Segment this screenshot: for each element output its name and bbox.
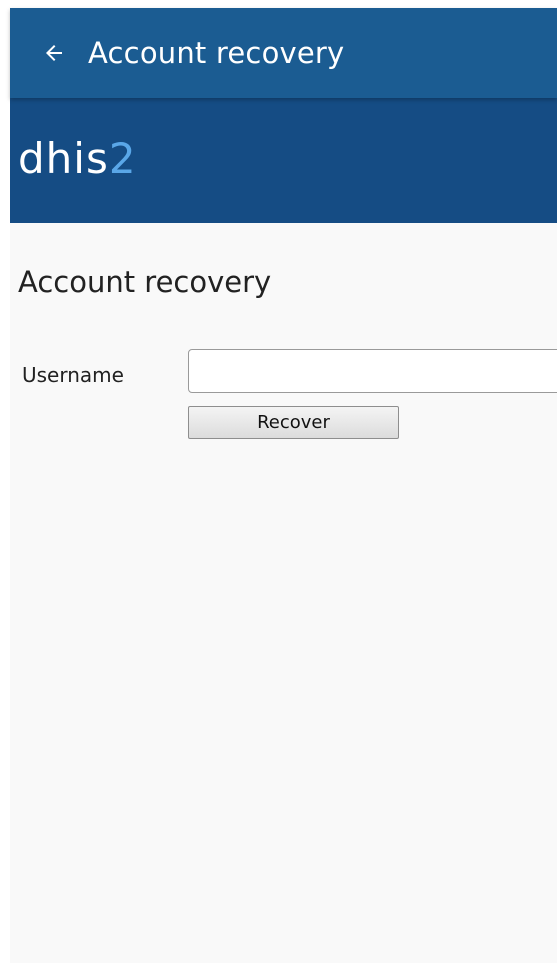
page-content: Account recovery Username Recover — [10, 223, 557, 963]
brand-banner: dhis2 — [10, 98, 557, 223]
logo-number: 2 — [108, 134, 137, 183]
dhis2-logo: dhis2 — [18, 134, 137, 183]
logo-text: dhis — [18, 134, 109, 183]
app-bar-title: Account recovery — [88, 36, 345, 70]
arrow-left-icon — [46, 45, 62, 61]
screen: Account recovery dhis2 Account recovery … — [0, 0, 557, 963]
app-bar: Account recovery — [10, 8, 557, 98]
back-button[interactable] — [34, 33, 74, 73]
page-title: Account recovery — [18, 265, 272, 299]
recover-button[interactable]: Recover — [188, 406, 399, 439]
username-label: Username — [22, 363, 124, 387]
username-input[interactable] — [188, 349, 557, 393]
